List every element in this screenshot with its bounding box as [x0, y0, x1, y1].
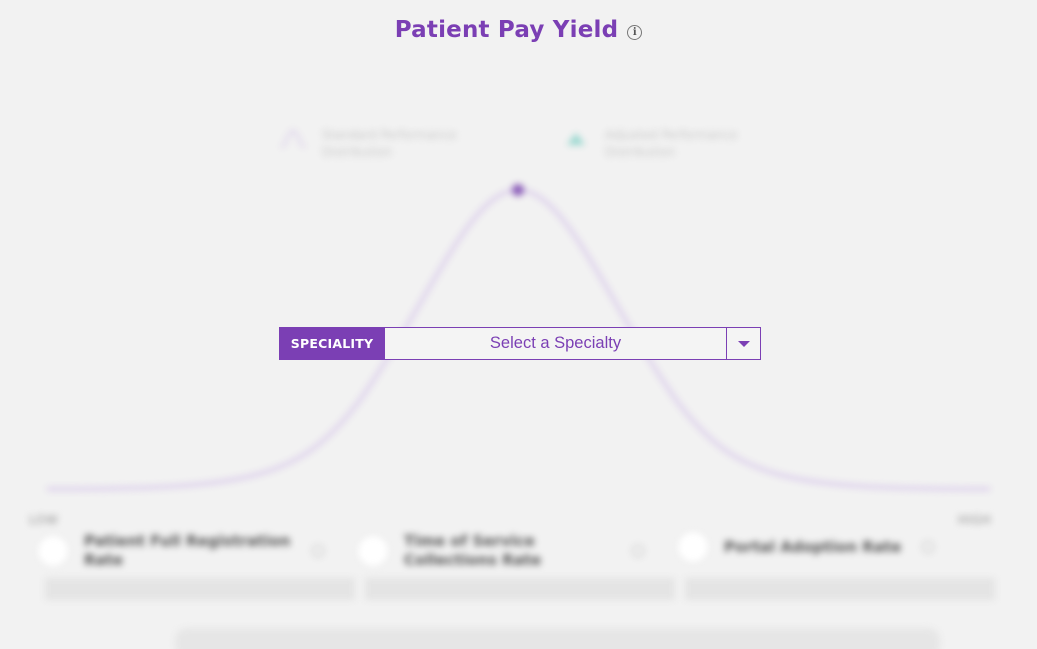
metric-tos-collections-rate[interactable]: Time of Service Collections Rate: [358, 532, 644, 570]
metric-bar: [685, 578, 995, 600]
axis-low-label: LOW: [29, 513, 59, 527]
axis-high-label: HIGH: [958, 513, 992, 527]
metric-bar: [365, 578, 675, 600]
curve-peak-marker: [512, 184, 524, 196]
triangle-marker-icon: [567, 133, 585, 145]
info-icon[interactable]: [632, 545, 644, 557]
title-bar: Patient Pay Yield i: [0, 17, 1037, 43]
metric-toggle[interactable]: [678, 532, 708, 562]
dropdown-toggle-button[interactable]: [726, 328, 760, 359]
metric-label: Time of Service Collections Rate: [404, 532, 542, 569]
metric-label: Portal Adoption Rate: [724, 538, 902, 556]
speciality-selector[interactable]: SPECIALITY Select a Specialty: [279, 327, 761, 360]
info-icon[interactable]: [312, 545, 324, 557]
metric-bar: [45, 578, 355, 600]
blurred-background: Standard Performance Distribution Adjust…: [0, 0, 1037, 649]
metric-toggle[interactable]: [38, 536, 68, 566]
speciality-tag: SPECIALITY: [279, 327, 385, 360]
speciality-selected-value[interactable]: Select a Specialty: [385, 334, 726, 353]
metric-portal-adoption-rate[interactable]: Portal Adoption Rate: [678, 532, 934, 562]
metric-label: Patient Full Registration Rate: [84, 532, 291, 569]
patient-pay-yield-page: Standard Performance Distribution Adjust…: [0, 0, 1037, 649]
legend-standard-label: Standard Performance Distribution: [322, 128, 457, 159]
metric-registration-rate[interactable]: Patient Full Registration Rate: [38, 532, 324, 570]
info-icon[interactable]: [922, 541, 934, 553]
speciality-dropdown[interactable]: Select a Specialty: [385, 327, 761, 360]
legend-standard: Standard Performance Distribution: [280, 127, 492, 161]
metric-toggle[interactable]: [358, 536, 388, 566]
caret-down-icon: [737, 340, 750, 347]
info-icon[interactable]: i: [627, 24, 643, 40]
legend-adjusted-label: Adjusted Performance Distribution: [605, 128, 738, 159]
page-title: Patient Pay Yield: [394, 17, 619, 43]
bell-curve-icon: [280, 129, 306, 148]
legend-adjusted: Adjusted Performance Distribution: [563, 127, 775, 161]
footer-panel: [175, 628, 940, 649]
